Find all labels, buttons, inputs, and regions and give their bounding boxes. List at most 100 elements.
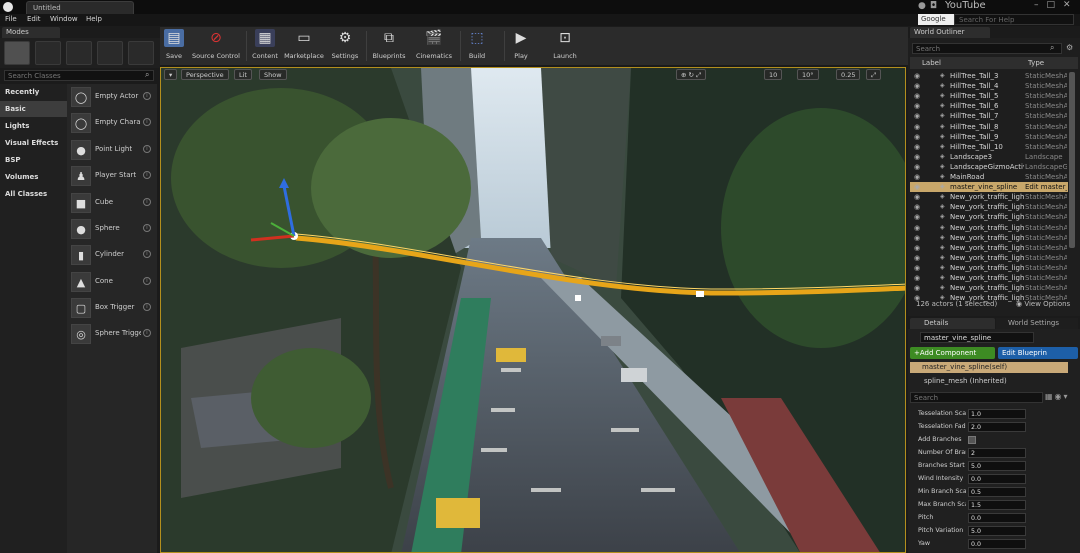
menu-edit[interactable]: Edit — [27, 15, 41, 23]
viewport-menu-button[interactable]: ▾ — [164, 69, 178, 80]
visibility-eye-icon[interactable]: ◉ — [914, 162, 920, 172]
outliner-row[interactable]: ◉ ◈ HillTree_Tall_6 StaticMeshAc — [910, 101, 1068, 111]
category-bsp[interactable]: BSP — [0, 152, 67, 168]
grid-snap[interactable]: 10 — [764, 69, 783, 80]
visibility-eye-icon[interactable]: ◉ — [914, 273, 920, 283]
visibility-eye-icon[interactable]: ◉ — [914, 283, 920, 293]
property-value-field[interactable]: 2.0 — [968, 422, 1026, 432]
outliner-row[interactable]: ◉ ◈ MainRoad StaticMeshAc — [910, 172, 1068, 182]
search-classes-input[interactable]: Search Classes — [4, 70, 154, 81]
visibility-eye-icon[interactable]: ◉ — [914, 71, 920, 81]
outliner-row[interactable]: ◉ ◈ HillTree_Tall_3 StaticMeshAc — [910, 71, 1068, 81]
menu-window[interactable]: Window — [50, 15, 78, 23]
settings-button[interactable]: ⚙ Settings — [328, 27, 362, 65]
geometry-mode-icon[interactable] — [128, 41, 154, 65]
place-item[interactable]: ▢ Box Trigger i — [67, 295, 157, 321]
marketplace-button[interactable]: ▭ Marketplace — [282, 27, 326, 65]
launch-button[interactable]: ⊡ Launch — [550, 27, 580, 65]
visibility-eye-icon[interactable]: ◉ — [914, 182, 920, 192]
details-tab[interactable]: Details — [910, 318, 995, 329]
paint-mode-icon[interactable] — [35, 41, 61, 65]
transform-tools[interactable]: ⊕ ↻ ⤢ — [676, 69, 707, 80]
property-value-field[interactable]: 2 — [968, 448, 1026, 458]
settings-icon[interactable]: ⚙ — [1066, 43, 1073, 52]
category-recently-placed[interactable]: Recently Placed — [0, 84, 67, 112]
category-lights[interactable]: Lights — [0, 118, 67, 134]
blueprints-button[interactable]: ⧉ Blueprints — [370, 27, 408, 65]
property-value-field[interactable]: 0.0 — [968, 474, 1026, 484]
visibility-eye-icon[interactable]: ◉ — [914, 142, 920, 152]
visibility-eye-icon[interactable]: ◉ — [914, 192, 920, 202]
place-item[interactable]: ■ Cube i — [67, 190, 157, 216]
outliner-row[interactable]: ◉ ◈ HillTree_Tall_9 StaticMeshAc — [910, 132, 1068, 142]
add-component-button[interactable]: +Add Component — [910, 347, 995, 359]
foliage-mode-icon[interactable] — [97, 41, 123, 65]
visibility-eye-icon[interactable]: ◉ — [914, 263, 920, 273]
outliner-row[interactable]: ◉ ◈ HillTree_Tall_10 StaticMeshAc — [910, 142, 1068, 152]
outliner-search-input[interactable]: Search — [912, 43, 1062, 54]
visibility-eye-icon[interactable]: ◉ — [914, 101, 920, 111]
property-value-field[interactable]: 0.0 — [968, 539, 1026, 549]
outliner-row[interactable]: ◉ ◈ New_york_traffic_lights_StaticMeshAc — [910, 212, 1068, 222]
col-label[interactable]: Label — [922, 59, 941, 67]
build-button[interactable]: ⬚ Build — [464, 27, 490, 65]
property-checkbox[interactable] — [968, 436, 976, 444]
actor-name-field[interactable]: master_vine_spline — [920, 332, 1034, 343]
cinematics-button[interactable]: 🎬 Cinematics — [414, 27, 454, 65]
place-item[interactable]: ● Sphere i — [67, 216, 157, 242]
outliner-scrollbar[interactable] — [1069, 72, 1075, 248]
category-volumes[interactable]: Volumes — [0, 169, 67, 185]
details-view-icons[interactable]: ▦◉▾ — [1045, 392, 1070, 401]
outliner-row[interactable]: ◉ ◈ New_york_traffic_lights_StaticMeshAc — [910, 223, 1068, 233]
outliner-row[interactable]: ◉ ◈ Landscape3 Landscape — [910, 152, 1068, 162]
outliner-row[interactable]: ◉ ◈ New_york_traffic_lights_StaticMeshAc — [910, 273, 1068, 283]
visibility-eye-icon[interactable]: ◉ — [914, 233, 920, 243]
place-item[interactable]: ♟ Player Start i — [67, 163, 157, 189]
menu-file[interactable]: File — [5, 15, 17, 23]
maximize-viewport-icon[interactable]: ⤢ — [866, 69, 882, 80]
property-value-field[interactable]: 0.5 — [968, 487, 1026, 497]
place-item[interactable]: ▲ Cone i — [67, 269, 157, 295]
visibility-eye-icon[interactable]: ◉ — [914, 91, 920, 101]
content-button[interactable]: ▦ Content — [250, 27, 280, 65]
place-item[interactable]: ▮ Cylinder i — [67, 242, 157, 268]
save-button[interactable]: ▤ Save — [162, 27, 186, 65]
landscape-mode-icon[interactable] — [66, 41, 92, 65]
visibility-eye-icon[interactable]: ◉ — [914, 223, 920, 233]
view-options-button[interactable]: ◉ View Options — [1016, 300, 1070, 308]
outliner-row[interactable]: ◉ ◈ New_york_traffic_lights_StaticMeshAc — [910, 263, 1068, 273]
category-basic[interactable]: Basic — [0, 101, 67, 117]
category-visual-effects[interactable]: Visual Effects — [0, 135, 67, 151]
component-self[interactable]: master_vine_spline(self) — [910, 362, 1068, 373]
outliner-row[interactable]: ◉ ◈ HillTree_Tall_5 StaticMeshAc — [910, 91, 1068, 101]
details-search-input[interactable]: Search — [910, 392, 1043, 403]
source-control-button[interactable]: ⊘ Source Control — [190, 27, 242, 65]
menu-help[interactable]: Help — [86, 15, 102, 23]
visibility-eye-icon[interactable]: ◉ — [914, 111, 920, 121]
modes-tab[interactable]: Modes — [2, 27, 60, 38]
lit-button[interactable]: Lit — [234, 69, 252, 80]
place-mode-icon[interactable] — [4, 41, 30, 65]
outliner-row[interactable]: ◉ ◈ master_vine_spline Edit master_ — [910, 182, 1068, 193]
window-controls[interactable]: –□✕ — [1034, 0, 1079, 10]
visibility-eye-icon[interactable]: ◉ — [914, 152, 920, 162]
search-help-input[interactable]: Search For Help — [954, 14, 1074, 25]
rotation-snap[interactable]: 10° — [797, 69, 819, 80]
outliner-row[interactable]: ◉ ◈ HillTree_Tall_4 StaticMeshAc — [910, 81, 1068, 91]
scale-snap[interactable]: 0.25 — [836, 69, 861, 80]
col-type[interactable]: Type — [1028, 59, 1044, 67]
outliner-row[interactable]: ◉ ◈ New_york_traffic_lights_StaticMeshAc — [910, 283, 1068, 293]
property-value-field[interactable]: 0.0 — [968, 513, 1026, 523]
level-viewport[interactable] — [160, 67, 906, 553]
visibility-eye-icon[interactable]: ◉ — [914, 212, 920, 222]
visibility-eye-icon[interactable]: ◉ — [914, 243, 920, 253]
property-value-field[interactable]: 5.0 — [968, 526, 1026, 536]
world-outliner-tab[interactable]: World Outliner — [910, 27, 990, 38]
outliner-row[interactable]: ◉ ◈ New_york_traffic_lights_StaticMeshAc — [910, 243, 1068, 253]
visibility-eye-icon[interactable]: ◉ — [914, 202, 920, 212]
component-spline-mesh[interactable]: spline_mesh (Inherited) — [910, 376, 1068, 387]
property-value-field[interactable]: 5.0 — [968, 461, 1026, 471]
search-engine-select[interactable]: Google — [918, 14, 954, 25]
outliner-row[interactable]: ◉ ◈ HillTree_Tall_7 StaticMeshAc — [910, 111, 1068, 121]
place-item[interactable]: ◎ Sphere Trigge i — [67, 321, 157, 347]
